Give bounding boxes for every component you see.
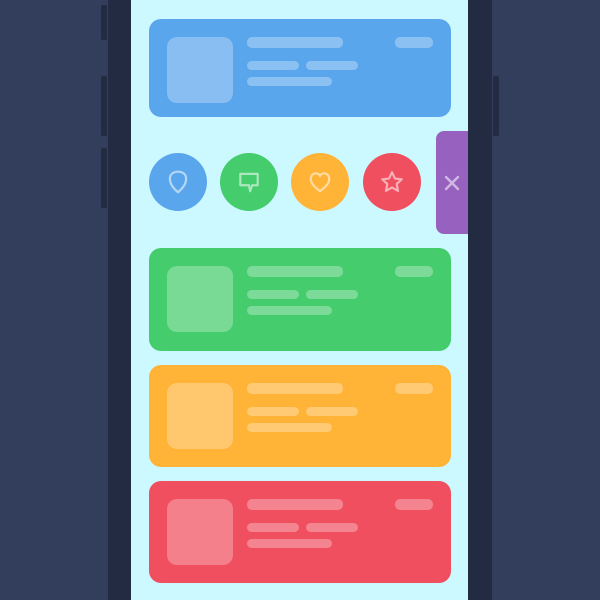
star-icon — [381, 171, 403, 192]
list-card-red[interactable] — [149, 481, 451, 583]
phone-side-button-volume-up — [101, 76, 107, 136]
card-title-placeholder — [247, 499, 343, 510]
close-actions-tab[interactable] — [436, 131, 468, 234]
card-meta-placeholder — [306, 61, 358, 70]
heart-icon — [309, 172, 331, 193]
card-meta-placeholder — [247, 523, 299, 532]
phone-side-button-top — [101, 5, 107, 40]
card-meta-placeholder — [247, 407, 299, 416]
card-meta-placeholder — [306, 290, 358, 299]
card-meta-placeholder — [306, 523, 358, 532]
card-badge-placeholder — [395, 383, 433, 394]
heart-action-button[interactable] — [291, 153, 349, 211]
card-badge-placeholder — [395, 499, 433, 510]
card-title-placeholder — [247, 383, 343, 394]
card-meta-placeholder — [247, 290, 299, 299]
list-card-blue[interactable] — [149, 19, 451, 117]
list-card-green[interactable] — [149, 248, 451, 351]
close-icon — [444, 175, 460, 190]
comment-icon — [239, 172, 259, 193]
card-badge-placeholder — [395, 37, 433, 48]
swipe-action-row — [149, 153, 429, 211]
shield-action-button[interactable] — [149, 153, 207, 211]
phone-side-button-volume-down — [101, 148, 107, 208]
shield-icon — [168, 170, 188, 194]
card-description-placeholder — [247, 423, 332, 432]
card-badge-placeholder — [395, 266, 433, 277]
card-description-placeholder — [247, 539, 332, 548]
star-action-button[interactable] — [363, 153, 421, 211]
card-description-placeholder — [247, 306, 332, 315]
card-meta-placeholder — [306, 407, 358, 416]
app-stage — [0, 0, 600, 600]
card-meta-placeholder — [247, 61, 299, 70]
comment-action-button[interactable] — [220, 153, 278, 211]
phone-power-button — [493, 76, 499, 136]
card-thumbnail-placeholder — [167, 266, 233, 332]
card-title-placeholder — [247, 266, 343, 277]
card-title-placeholder — [247, 37, 343, 48]
list-card-orange[interactable] — [149, 365, 451, 467]
card-thumbnail-placeholder — [167, 37, 233, 103]
card-thumbnail-placeholder — [167, 499, 233, 565]
card-thumbnail-placeholder — [167, 383, 233, 449]
card-description-placeholder — [247, 77, 332, 86]
